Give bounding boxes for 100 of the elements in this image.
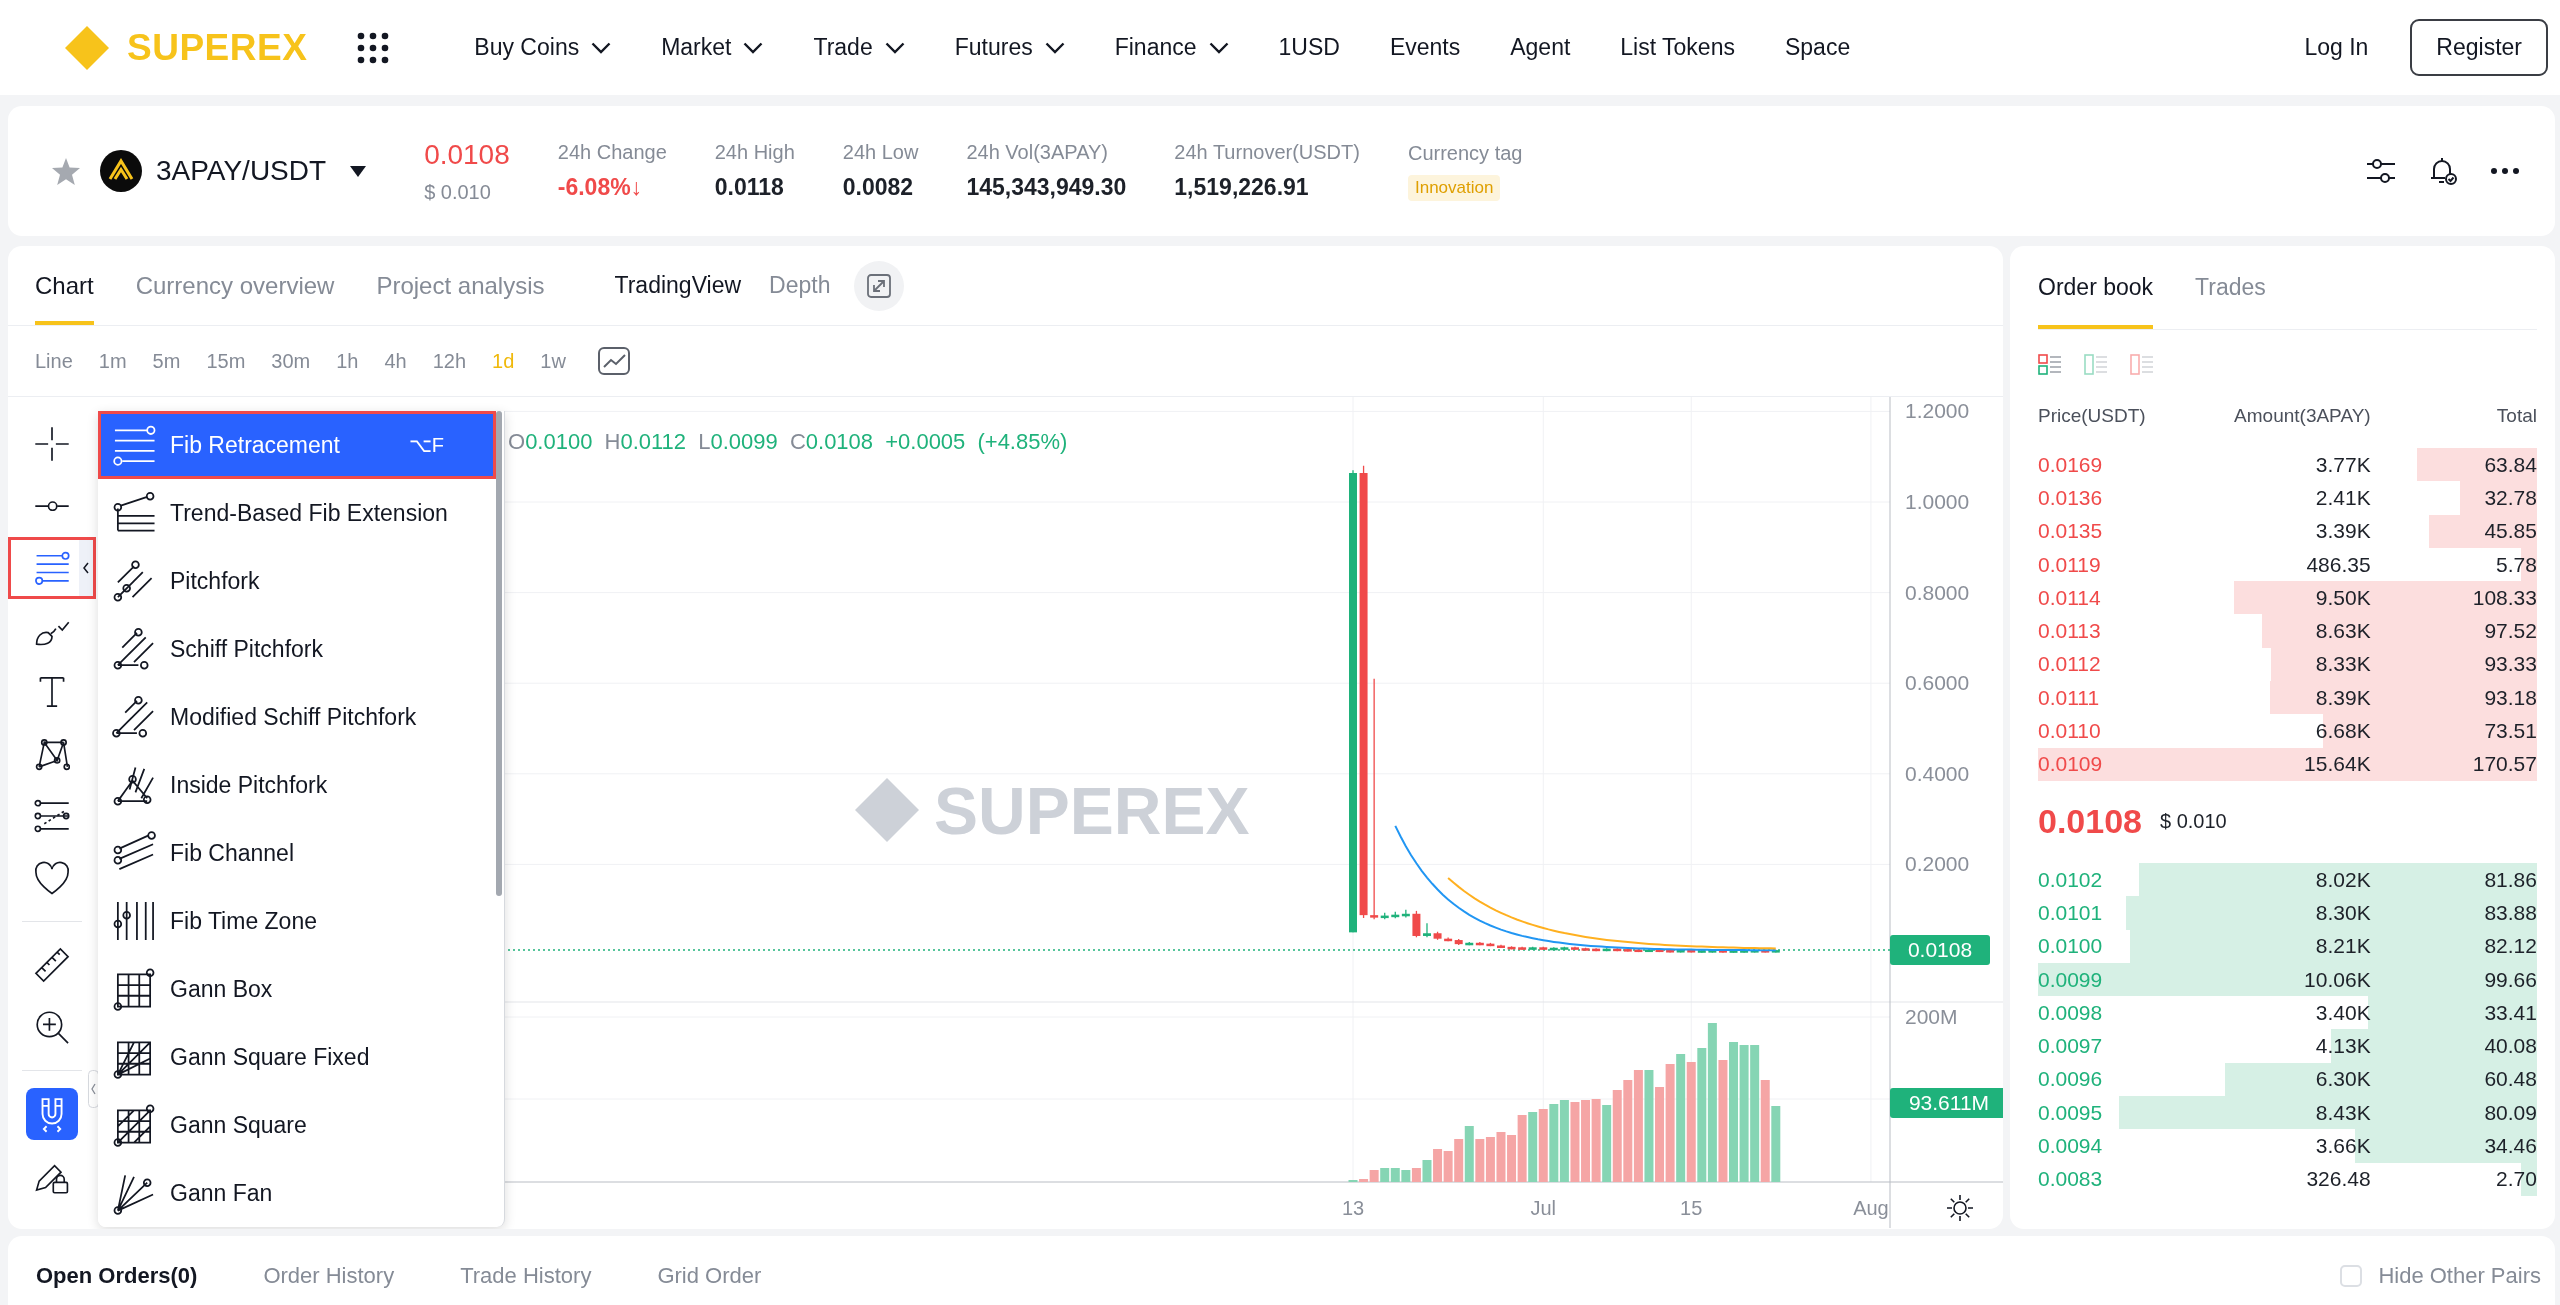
order-total: 60.48 — [2483, 1067, 2537, 1092]
drawing-menu-item[interactable]: Gann Fan — [98, 1159, 496, 1227]
apps-grid-icon[interactable] — [357, 31, 390, 64]
nav-menu-item[interactable]: Finance — [1114, 34, 1229, 61]
nav-menu-item[interactable]: Space — [1784, 34, 1851, 61]
order-amount: 8.02K — [2314, 867, 2371, 892]
order-price: 0.0136 — [2038, 485, 2104, 510]
order-total: 93.33 — [2483, 652, 2537, 677]
interval-tab[interactable]: 30m — [271, 349, 311, 373]
chevron-left-icon[interactable] — [79, 540, 93, 596]
order-total: 34.46 — [2483, 1134, 2537, 1158]
order-book-row[interactable]: 0.0102 8.02K 81.86 — [2038, 862, 2537, 897]
order-amount: 8.63K — [2314, 619, 2371, 644]
settings-icon[interactable] — [1946, 1194, 1974, 1222]
order-book-row[interactable]: 0.0094 3.66K 34.46 — [2038, 1129, 2537, 1163]
last-price-tag: 0.0108 — [1890, 935, 1990, 966]
volume-bar — [1528, 1112, 1538, 1182]
order-price: 0.0100 — [2038, 934, 2104, 959]
diamond-icon — [855, 778, 919, 842]
order-book-row[interactable]: 0.0135 3.39K 45.85 — [2038, 514, 2537, 548]
order-amount: 8.33K — [2314, 652, 2371, 677]
nav-menu-item[interactable]: 1USD — [1278, 34, 1340, 61]
candlestick — [1507, 945, 1516, 950]
volume-bar — [1380, 1168, 1390, 1182]
order-amount: 4.13K — [2314, 1034, 2371, 1059]
drawing-menu-item[interactable]: Fib Retracement ⌥F — [98, 411, 496, 479]
order-price: 0.0112 — [2038, 652, 2102, 677]
checkbox[interactable] — [2340, 1265, 2363, 1287]
expand-icon — [867, 273, 892, 298]
order-book-row[interactable]: 0.0114 9.50K 108.33 — [2038, 581, 2537, 615]
order-amount: 3.39K — [2314, 519, 2371, 544]
volume-bar — [1401, 1170, 1411, 1182]
list-layout-icon[interactable] — [2038, 353, 2062, 375]
order-book-row[interactable]: 0.0113 8.63K 97.52 — [2038, 614, 2537, 648]
order-price: 0.0096 — [2038, 1067, 2104, 1092]
order-total: 99.66 — [2483, 967, 2537, 992]
nav-menu-item[interactable]: Futures — [954, 34, 1065, 61]
order-book-row[interactable]: 0.0100 8.21K 82.12 — [2038, 929, 2537, 963]
order-total: 97.52 — [2483, 619, 2537, 644]
stat-value: 0.0082 — [842, 174, 915, 201]
column-header: Price(USDT) — [2038, 405, 2147, 427]
nav-menu-item[interactable]: Market — [661, 34, 764, 61]
order-book-row[interactable]: 0.0112 8.33K 93.33 — [2038, 647, 2537, 682]
nav-menu-item[interactable]: Trade — [813, 34, 905, 61]
order-book-row[interactable]: 0.0111 8.39K 93.18 — [2038, 681, 2537, 715]
order-book-row[interactable]: 0.0096 6.30K 60.48 — [2038, 1062, 2537, 1097]
stat-value: 1,519,226.91 — [1174, 174, 1310, 201]
price-axis-label: 1.0000 — [1905, 490, 1970, 513]
price-axis-label: 0.8000 — [1905, 580, 1970, 604]
ohlc-legend: O0.0100 H0.0112 L0.0099 C0.0108 +0.0005 (+4.85%) — [508, 429, 1068, 455]
order-book-row[interactable]: 0.0136 2.41K 32.78 — [2038, 481, 2537, 515]
caret-down-icon[interactable] — [350, 165, 367, 177]
volume-bar — [1475, 1139, 1485, 1182]
scrollbar-thumb[interactable] — [496, 411, 502, 896]
order-price: 0.0169 — [2038, 452, 2104, 477]
line-chart-icon[interactable] — [597, 347, 630, 375]
bell-icon[interactable] — [2428, 156, 2458, 186]
order-book-row[interactable]: 0.0109 15.64K 170.57 — [2038, 747, 2537, 781]
price-in-usd: $ 0.010 — [424, 180, 492, 204]
order-price: 0.0119 — [2038, 552, 2102, 577]
order-book-row[interactable]: 0.0083 326.48 2.70 — [2038, 1162, 2537, 1196]
checkbox-label: Hide Other Pairs — [2378, 1263, 2541, 1289]
volume-bar — [1496, 1132, 1506, 1182]
order-price: 0.0109 — [2038, 752, 2104, 777]
order-total: 93.18 — [2483, 685, 2537, 710]
order-book-row[interactable]: 0.0099 10.06K 99.66 — [2038, 962, 2537, 997]
order-price: 0.0135 — [2038, 519, 2104, 544]
order-book-row[interactable]: 0.0098 3.40K 33.41 — [2038, 996, 2537, 1030]
coin-logo-icon — [100, 150, 142, 192]
orders-tab[interactable]: Open Orders(0) — [36, 1263, 198, 1289]
nav-menu-item[interactable]: Events — [1389, 34, 1461, 61]
order-price: 0.0110 — [2038, 719, 2102, 743]
nav-menu-item[interactable]: Buy Coins — [474, 34, 612, 61]
chart-panel-tab[interactable]: Chart — [35, 246, 94, 325]
order-book-row[interactable]: 0.0169 3.77K 63.84 — [2038, 448, 2537, 482]
logo-diamond-icon — [65, 25, 109, 70]
login-link[interactable]: Log In — [2304, 34, 2369, 61]
chart-view-tab[interactable]: TradingView — [614, 246, 742, 325]
candlestick — [1655, 948, 1664, 953]
collapse-handle-icon[interactable] — [88, 1070, 99, 1108]
currency-tag: Innovation — [1407, 174, 1501, 201]
nav-menu-item[interactable]: List Tokens — [1620, 34, 1735, 61]
order-book-row[interactable]: 0.0110 6.68K 73.51 — [2038, 714, 2537, 748]
nav-menu-item[interactable]: Agent — [1510, 34, 1571, 61]
order-total: 108.33 — [2471, 585, 2537, 610]
order-book-row[interactable]: 0.0101 8.30K 83.88 — [2038, 896, 2537, 930]
sliders-icon[interactable] — [2366, 156, 2396, 186]
trading-pair-selector[interactable]: 3APAY/USDT — [156, 155, 327, 187]
order-book-row[interactable]: 0.0097 4.13K 40.08 — [2038, 1029, 2537, 1063]
order-total: 5.78 — [2495, 552, 2537, 577]
order-book-tab[interactable]: Order book — [2038, 246, 2154, 329]
order-total: 83.88 — [2483, 900, 2537, 925]
star-icon[interactable] — [52, 157, 80, 185]
register-button[interactable]: Register — [2410, 19, 2548, 76]
order-total: 63.84 — [2483, 452, 2537, 477]
order-book-row[interactable]: 0.0119 486.35 5.78 — [2038, 547, 2537, 582]
order-book-row[interactable]: 0.0095 8.43K 80.09 — [2038, 1096, 2537, 1130]
stat-label: 24h Turnover(USDT) — [1174, 141, 1360, 164]
order-total: 80.09 — [2483, 1100, 2537, 1125]
order-amount: 8.30K — [2314, 900, 2371, 925]
